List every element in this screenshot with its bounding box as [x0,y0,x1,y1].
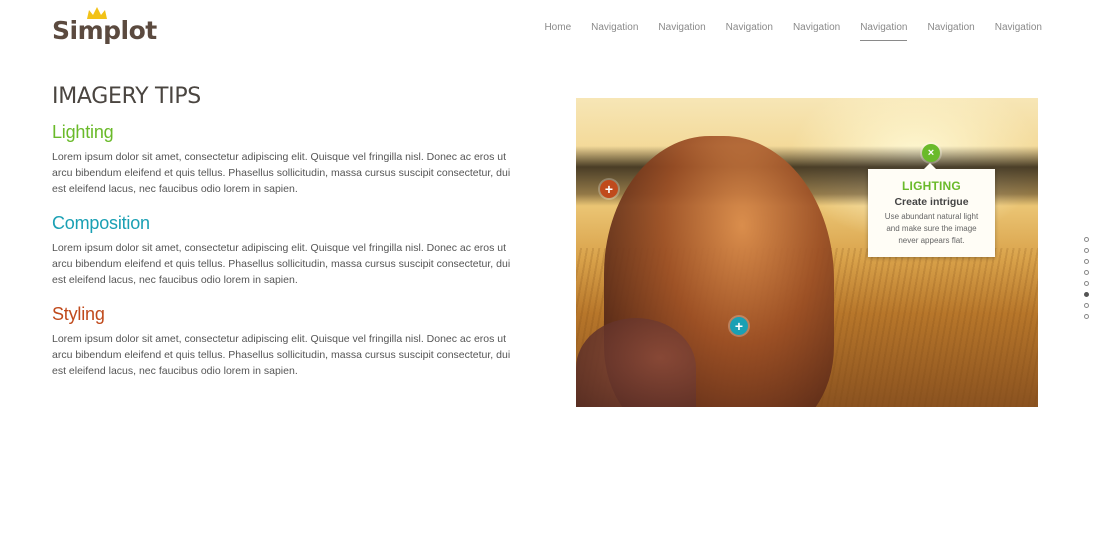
nav-item[interactable]: Navigation [591,18,638,41]
tooltip-title: LIGHTING [902,179,961,193]
hotspot-styling-plus-icon[interactable]: + [600,180,618,198]
page-dot-active[interactable] [1084,292,1089,297]
section-body-composition: Lorem ipsum dolor sit amet, consectetur … [52,242,511,286]
section-styling: Styling Lorem ipsum dolor sit amet, cons… [52,304,517,379]
nav-item[interactable]: Navigation [658,18,705,41]
section-heading-styling: Styling [52,304,105,324]
logo-wordmark: Simplot [52,16,157,45]
nav-item[interactable]: Navigation [927,18,974,41]
page-dot[interactable] [1084,281,1089,286]
page-dot[interactable] [1084,259,1089,264]
tooltip-subtitle: Create intrigue [894,196,969,208]
nav-item-home[interactable]: Home [544,18,571,41]
photo-subject-shoulder [576,318,696,407]
page-title: IMAGERY TIPS [52,84,201,109]
hotspot-composition-plus-icon[interactable]: + [730,317,748,335]
imagery-photo: + + × LIGHTING Create intrigue Use abund… [576,98,1038,407]
nav-item[interactable]: Navigation [995,18,1042,41]
page-dots-navigation [1084,237,1090,325]
tooltip-body: Use abundant natural light and make sure… [884,212,979,245]
nav-item[interactable]: Navigation [726,18,773,41]
section-composition: Composition Lorem ipsum dolor sit amet, … [52,213,517,288]
simplot-logo[interactable]: Simplot [52,6,157,45]
section-body-lighting: Lorem ipsum dolor sit amet, consectetur … [52,151,511,195]
section-lighting: Lighting Lorem ipsum dolor sit amet, con… [52,122,517,197]
nav-item[interactable]: Navigation [793,18,840,41]
section-heading-composition: Composition [52,213,150,233]
page-dot[interactable] [1084,270,1089,275]
section-heading-lighting: Lighting [52,122,114,142]
page-dot[interactable] [1084,237,1089,242]
page-dot[interactable] [1084,303,1089,308]
section-body-styling: Lorem ipsum dolor sit amet, consectetur … [52,333,511,377]
lighting-tooltip: LIGHTING Create intrigue Use abundant na… [868,163,995,257]
nav-item-active[interactable]: Navigation [860,18,908,41]
page-dot[interactable] [1084,314,1089,319]
hotspot-lighting-close-icon[interactable]: × [922,144,940,162]
page-dot[interactable] [1084,248,1089,253]
main-navigation: Home Navigation Navigation Navigation Na… [544,18,1042,41]
